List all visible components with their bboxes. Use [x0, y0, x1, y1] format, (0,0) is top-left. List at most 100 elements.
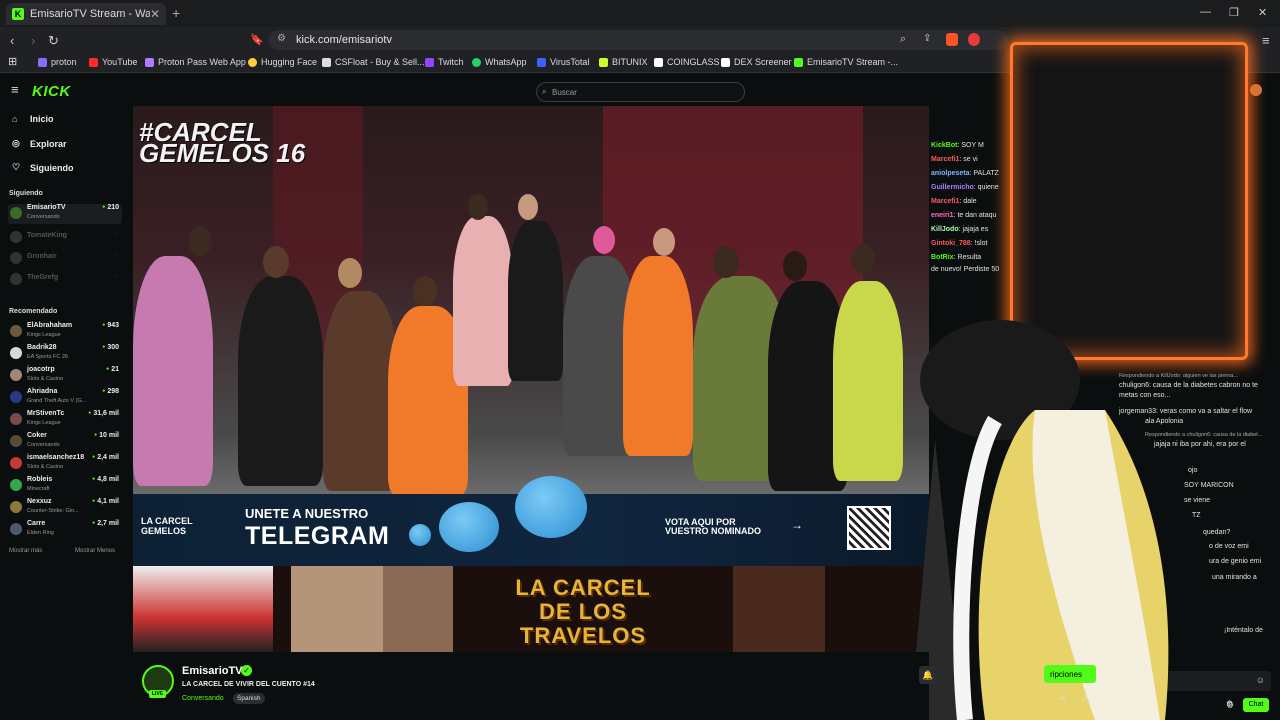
category-link[interactable]: Conversando — [182, 695, 224, 702]
recommended-channel[interactable]: joacotrpSlots & Casino21 — [8, 366, 122, 386]
banner-join-text: UNETE A NUESTRO — [245, 506, 369, 521]
proton-icon — [38, 57, 47, 67]
bookmark-item[interactable]: Hugging Face — [248, 57, 317, 67]
following-channel[interactable]: Gronhair ◌ — [8, 249, 122, 269]
chat-settings-icon[interactable]: ⚙ — [1226, 699, 1233, 708]
banner-vote-text: VOTA AQUI POR VUESTRO NOMINADO — [665, 517, 762, 536]
close-window-icon[interactable]: ✕ — [1258, 6, 1267, 19]
minimize-icon[interactable]: — — [1200, 6, 1211, 18]
offline-icon: ◌ — [115, 231, 119, 237]
chat-send-button[interactable]: Chat — [1243, 698, 1269, 712]
following-title: Siguiendo — [9, 190, 43, 197]
recommended-channel[interactable]: Badrik28EA Sports FC 26300 — [8, 344, 122, 364]
hamburger-menu-icon[interactable]: ≡ — [11, 82, 19, 97]
chat-message: quedan? — [1203, 529, 1231, 536]
browser-tab[interactable]: K EmisarioTV Stream - Watch L ✕ — [6, 3, 166, 25]
bookmark-item[interactable]: Proton Pass Web App — [145, 57, 246, 67]
chat-message: Marcefi1: dale — [931, 198, 977, 205]
chat-message: o de voz emi — [1209, 543, 1249, 550]
streamer-webcam — [910, 320, 1169, 720]
face-thumbnail — [291, 566, 383, 652]
user-avatar[interactable] — [1250, 84, 1262, 96]
offline-icon: ◌ — [115, 273, 119, 279]
brave-rewards-icon[interactable] — [968, 33, 980, 46]
apps-grid-icon[interactable]: ⊞ — [8, 55, 17, 68]
bookmark-item[interactable]: CSFloat - Buy & Sell... — [322, 57, 425, 67]
bookmark-item[interactable]: COINGLASS — [654, 57, 720, 67]
recommended-title: Recomendado — [9, 308, 58, 315]
travelos-title: LA CARCEL DE LOS TRAVELOS — [515, 575, 651, 648]
reload-icon[interactable]: ↻ — [48, 33, 59, 49]
close-tab-icon[interactable]: ✕ — [150, 7, 160, 21]
avatar — [10, 391, 22, 403]
chat-message: de nuevo! Perdiste 50 — [931, 266, 1000, 273]
show-less-link[interactable]: Mostrar Menos — [75, 548, 115, 554]
bookmark-item[interactable]: Twitch — [425, 57, 464, 67]
share-icon[interactable]: ⋖ — [1059, 694, 1066, 703]
recommended-channel[interactable]: NexxuzCounter-Strike: Glo...4,1 mil — [8, 498, 122, 518]
tab-title: EmisarioTV Stream - Watch L — [30, 8, 150, 20]
avatar — [10, 231, 22, 243]
report-icon[interactable]: ⚠ — [1082, 693, 1090, 704]
chat-message: KickBot: SOY M — [931, 142, 984, 149]
stream-info-bar: LIVE EmisarioTV ✓ LA CARCEL DE VIVIR DEL… — [133, 652, 937, 720]
search-input[interactable]: ⌕ Buscar — [536, 82, 745, 102]
nav-explorar[interactable]: ◎ Explorar — [12, 138, 67, 149]
language-badge[interactable]: Spanish — [233, 693, 265, 704]
following-channel[interactable]: TomateKing ◌ — [8, 228, 122, 248]
restore-icon[interactable]: ❐ — [1229, 6, 1239, 19]
site-info-icon[interactable]: ⚙ — [277, 33, 286, 44]
nav-siguiendo[interactable]: ♡ Siguiendo — [12, 162, 74, 173]
chat-message: una mirando a — [1212, 574, 1257, 581]
hugging-face-icon — [248, 57, 257, 67]
video-player[interactable]: #CARCEL GEMELOS 16 LA CARCEL GEMELOS UNE… — [133, 106, 929, 652]
share-icon[interactable]: ⇪ — [923, 33, 931, 44]
browser-menu-icon[interactable]: ≡ — [1262, 33, 1270, 48]
telegram-icon — [515, 476, 587, 538]
bookmark-item[interactable]: WhatsApp — [472, 57, 527, 67]
subscriptions-button[interactable]: ripciones — [1044, 665, 1096, 683]
recommended-channel[interactable]: CarreElden Ring2,7 mil — [8, 520, 122, 540]
notification-bell-icon[interactable]: 🔔 — [919, 666, 937, 684]
recommended-channel[interactable]: MrStivenTcKings League31,6 mil — [8, 410, 122, 430]
url-bar[interactable]: ⚙ kick.com/emisariotv ⌕ ⇪ — [268, 30, 1008, 50]
bookmark-item[interactable]: EmisarioTV Stream -... — [794, 57, 898, 67]
home-icon: ⌂ — [12, 114, 18, 124]
recommended-channel[interactable]: CokerConversando10 mil — [8, 432, 122, 452]
qr-code — [847, 506, 891, 550]
back-icon[interactable]: ‹ — [10, 33, 14, 48]
bookmark-item[interactable]: BITUNIX — [599, 57, 648, 67]
telegram-icon — [409, 524, 431, 546]
recommended-channel[interactable]: AhriadnaGrand Theft Auto V (G...298 — [8, 388, 122, 408]
kick-logo[interactable]: KICK — [32, 83, 71, 100]
stream-title: LA CARCEL DE VIVIR DEL CUENTO #14 — [182, 681, 315, 688]
bookmark-item[interactable]: proton — [38, 57, 77, 67]
emoji-icon[interactable]: ☺ — [1256, 675, 1265, 685]
verified-icon: ✓ — [241, 665, 252, 676]
bookmark-item[interactable]: YouTube — [89, 57, 137, 67]
kick-icon — [794, 57, 803, 67]
brave-shield-icon[interactable] — [946, 33, 958, 46]
recommended-channel[interactable]: RobleisMinecraft4,8 mil — [8, 476, 122, 496]
telegram-banner: LA CARCEL GEMELOS UNETE A NUESTRO TELEGR… — [133, 476, 929, 566]
channel-name[interactable]: EmisarioTV — [182, 665, 243, 677]
chat-message: BotRix: Resulta — [931, 254, 982, 261]
following-channel[interactable]: TheGrefg ◌ — [8, 270, 122, 290]
avatar — [10, 273, 22, 285]
following-channel[interactable]: EmisarioTV Conversando 210 — [8, 204, 122, 224]
bookmark-icon[interactable]: 🔖 — [250, 33, 264, 46]
search-icon: ⌕ — [542, 87, 547, 96]
bookmark-item[interactable]: DEX Screener — [721, 57, 792, 67]
chat-message: ura de genio emi — [1209, 558, 1262, 565]
recommended-channel[interactable]: ismaelsanchez18Slots & Casino2,4 mil — [8, 454, 122, 474]
show-more-link[interactable]: Mostrar más — [9, 548, 42, 554]
nav-inicio[interactable]: ⌂ Inicio — [12, 114, 54, 124]
new-tab-icon[interactable]: + — [172, 5, 180, 21]
recommended-channel[interactable]: ElAbrahahamKings League943 — [8, 322, 122, 342]
zoom-icon[interactable]: ⌕ — [900, 33, 906, 46]
forward-icon[interactable]: › — [31, 33, 35, 48]
bookmark-item[interactable]: VirusTotal — [537, 57, 589, 67]
url-text: kick.com/emisariotv — [296, 34, 392, 46]
avatar — [10, 479, 22, 491]
face-thumbnail — [383, 566, 453, 652]
